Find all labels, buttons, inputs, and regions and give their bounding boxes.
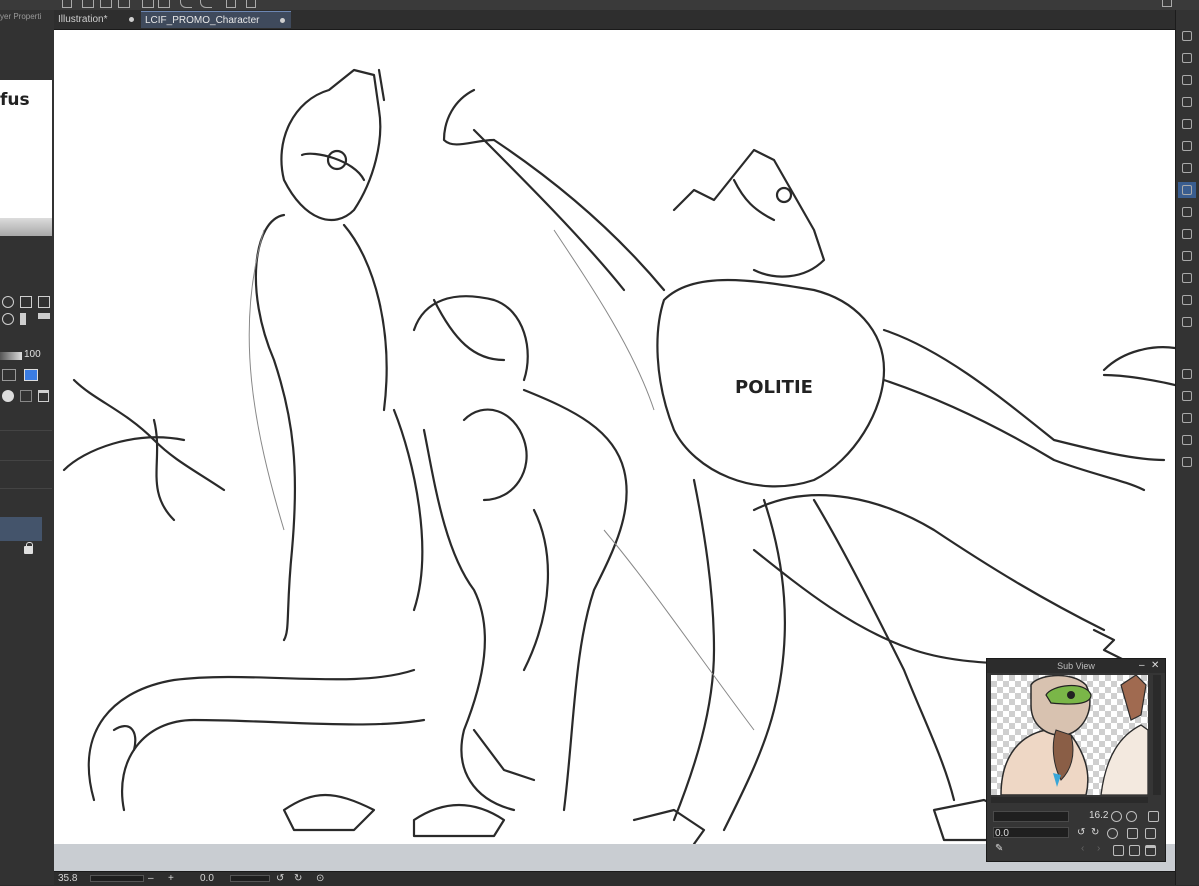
navigator-preview-text: fus (0, 90, 30, 110)
flip-vertical-icon[interactable] (38, 313, 50, 325)
subview-thumbnail[interactable] (991, 675, 1148, 795)
subview-rotate-right-icon[interactable]: ↻ (1091, 827, 1099, 838)
mask-icon[interactable] (2, 390, 14, 402)
rotate-icon[interactable] (2, 313, 14, 325)
tool-move-icon[interactable] (1178, 72, 1196, 88)
tool-eyedropper-icon[interactable] (1178, 454, 1196, 470)
subview-zoom-value: 16.2 (1089, 810, 1109, 821)
opacity-slider[interactable] (0, 352, 22, 360)
zoom-value: 35.8 (58, 873, 78, 884)
tool-brush-icon[interactable] (1178, 138, 1196, 154)
subview-zoom-slider[interactable] (993, 811, 1069, 822)
copy-icon[interactable] (142, 0, 154, 8)
tab-illustration-label: Illustration* (58, 14, 108, 25)
tool-frame-icon[interactable] (1178, 366, 1196, 382)
rotation-slider[interactable] (230, 875, 270, 882)
layer-divider (0, 488, 52, 489)
subview-close-icon[interactable]: ✕ (1151, 660, 1159, 671)
subview-open-folder-icon[interactable] (1113, 845, 1124, 856)
subview-zoom-in-icon[interactable] (1126, 811, 1137, 822)
undo-icon[interactable] (180, 0, 192, 8)
record-icon[interactable] (2, 296, 14, 308)
zoom-slider[interactable] (90, 875, 144, 882)
layer-divider (0, 460, 52, 461)
navigator-preview-shadow (0, 218, 52, 236)
subview-eyedropper-icon[interactable]: ✎ (995, 843, 1003, 854)
layer-color-icon[interactable] (24, 369, 38, 381)
panel-toggle-icon[interactable] (1162, 0, 1172, 7)
tool-eraser-icon[interactable] (1178, 160, 1196, 176)
tool-gradient-icon[interactable] (1178, 226, 1196, 242)
layer-divider (0, 430, 52, 431)
redo-icon[interactable] (200, 0, 212, 8)
zoom-in-icon[interactable]: + (168, 872, 174, 886)
new-file-icon[interactable] (62, 0, 72, 8)
trash-icon[interactable] (38, 390, 49, 402)
open-file-icon[interactable] (82, 0, 94, 8)
fit-icon[interactable] (38, 296, 50, 308)
transform-icon[interactable] (226, 0, 236, 8)
subview-reset-icon[interactable] (1107, 828, 1118, 839)
tool-settings-icon[interactable] (1178, 28, 1196, 44)
subview-scrollbar[interactable] (1153, 675, 1161, 795)
rotate-left-icon[interactable]: ↺ (276, 872, 284, 886)
tool-operation-icon[interactable] (1178, 432, 1196, 448)
opacity-value: 100 (24, 349, 41, 360)
subview-flip-h-icon[interactable] (1127, 828, 1138, 839)
subview-fit-icon[interactable] (1148, 811, 1159, 822)
duplicate-icon[interactable] (20, 296, 32, 308)
reset-rotation-icon[interactable]: ⊙ (316, 872, 324, 886)
zoom-out-icon[interactable]: – (148, 872, 154, 886)
tab-illustration[interactable]: Illustration* (54, 11, 140, 28)
subview-character-preview (1000, 675, 1148, 795)
tool-fill-icon[interactable] (1178, 204, 1196, 220)
subview-flip-v-icon[interactable] (1145, 828, 1156, 839)
subview-trash-icon[interactable] (1145, 845, 1156, 856)
subview-h-scrollbar[interactable] (991, 797, 1148, 803)
subview-rotation-value: 0.0 (995, 828, 1009, 839)
rotation-value: 0.0 (200, 873, 214, 884)
subview-prev-icon[interactable]: ‹ (1081, 843, 1084, 854)
politie-text: POLITIE (735, 377, 813, 398)
tool-text-icon[interactable] (1178, 270, 1196, 286)
layer-properties-tab[interactable]: yer Properti (0, 12, 52, 24)
subview-panel: Sub View – ✕ 16.2 0.0 ↺ ↻ ✎ ‹ › (986, 658, 1166, 862)
tool-ruler-icon[interactable] (1178, 292, 1196, 308)
tool-zoom-icon[interactable] (1178, 50, 1196, 66)
tool-active-icon[interactable] (1178, 182, 1196, 198)
tool-blend-icon[interactable] (1178, 314, 1196, 330)
print-icon[interactable] (118, 0, 130, 8)
tool-balloon-icon[interactable] (1178, 410, 1196, 426)
layer-copy-icon[interactable] (20, 390, 32, 402)
right-toolbar (1175, 10, 1199, 885)
paste-icon[interactable] (158, 0, 170, 8)
flip-horizontal-icon[interactable] (20, 313, 32, 325)
selection-icon[interactable] (246, 0, 256, 8)
lock-shackle (26, 542, 33, 548)
blend-mode-icon[interactable] (2, 369, 16, 381)
tab-close-icon[interactable] (129, 17, 134, 22)
rotate-right-icon[interactable]: ↻ (294, 872, 302, 886)
tool-correction-icon[interactable] (1178, 388, 1196, 404)
tool-select-icon[interactable] (1178, 94, 1196, 110)
save-icon[interactable] (100, 0, 112, 8)
subview-import-icon[interactable] (1129, 845, 1140, 856)
subview-rotate-left-icon[interactable]: ↺ (1077, 827, 1085, 838)
tab-close-icon[interactable] (280, 18, 285, 23)
selected-layer-row[interactable] (0, 517, 42, 541)
subview-zoom-out-icon[interactable] (1111, 811, 1122, 822)
tab-character-banner[interactable]: LCIF_PROMO_Character Banner* (141, 11, 291, 43)
subview-next-icon[interactable]: › (1097, 843, 1100, 854)
tool-pen-icon[interactable] (1178, 116, 1196, 132)
status-bar: 35.8 – + 0.0 ↺ ↻ ⊙ (54, 871, 1175, 886)
subview-minimize-icon[interactable]: – (1139, 660, 1145, 671)
tool-shape-icon[interactable] (1178, 248, 1196, 264)
